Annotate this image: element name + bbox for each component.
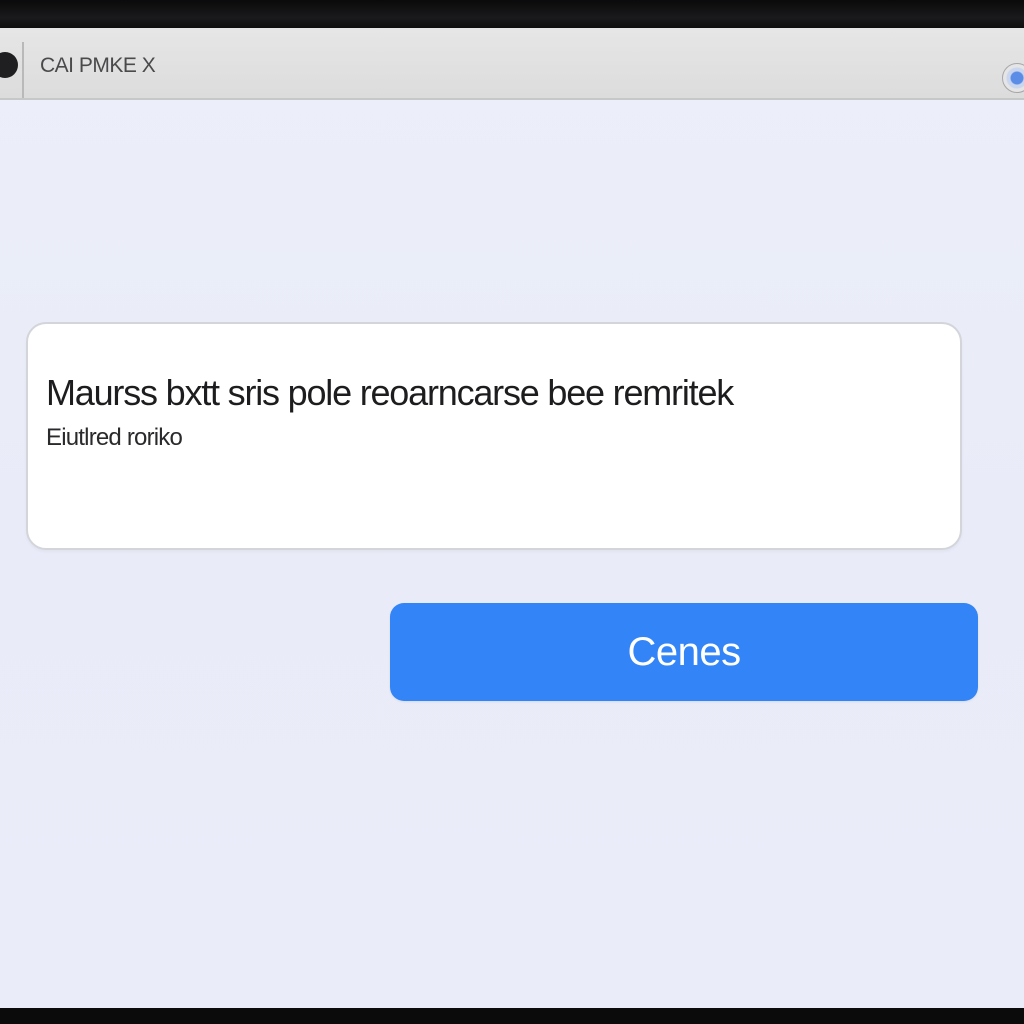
bottom-bezel: [0, 1008, 1024, 1024]
close-icon[interactable]: [1002, 63, 1024, 93]
title-bar: CAI PMKE X: [0, 28, 1024, 100]
window-control-button[interactable]: [0, 52, 18, 78]
message-card: Maurss bxtt sris pole reoarncarse bee re…: [26, 322, 962, 550]
message-primary-text: Maurss bxtt sris pole reoarncarse bee re…: [46, 372, 734, 413]
message-secondary-text: Eiutlred roriko: [46, 424, 183, 451]
window-title: CAI PMKE X: [40, 54, 156, 77]
app-window: CAI PMKE X Maurss bxtt sris pole reoarnc…: [0, 28, 1024, 1008]
title-divider: [22, 42, 24, 98]
primary-action-button[interactable]: Cenes: [390, 603, 978, 701]
